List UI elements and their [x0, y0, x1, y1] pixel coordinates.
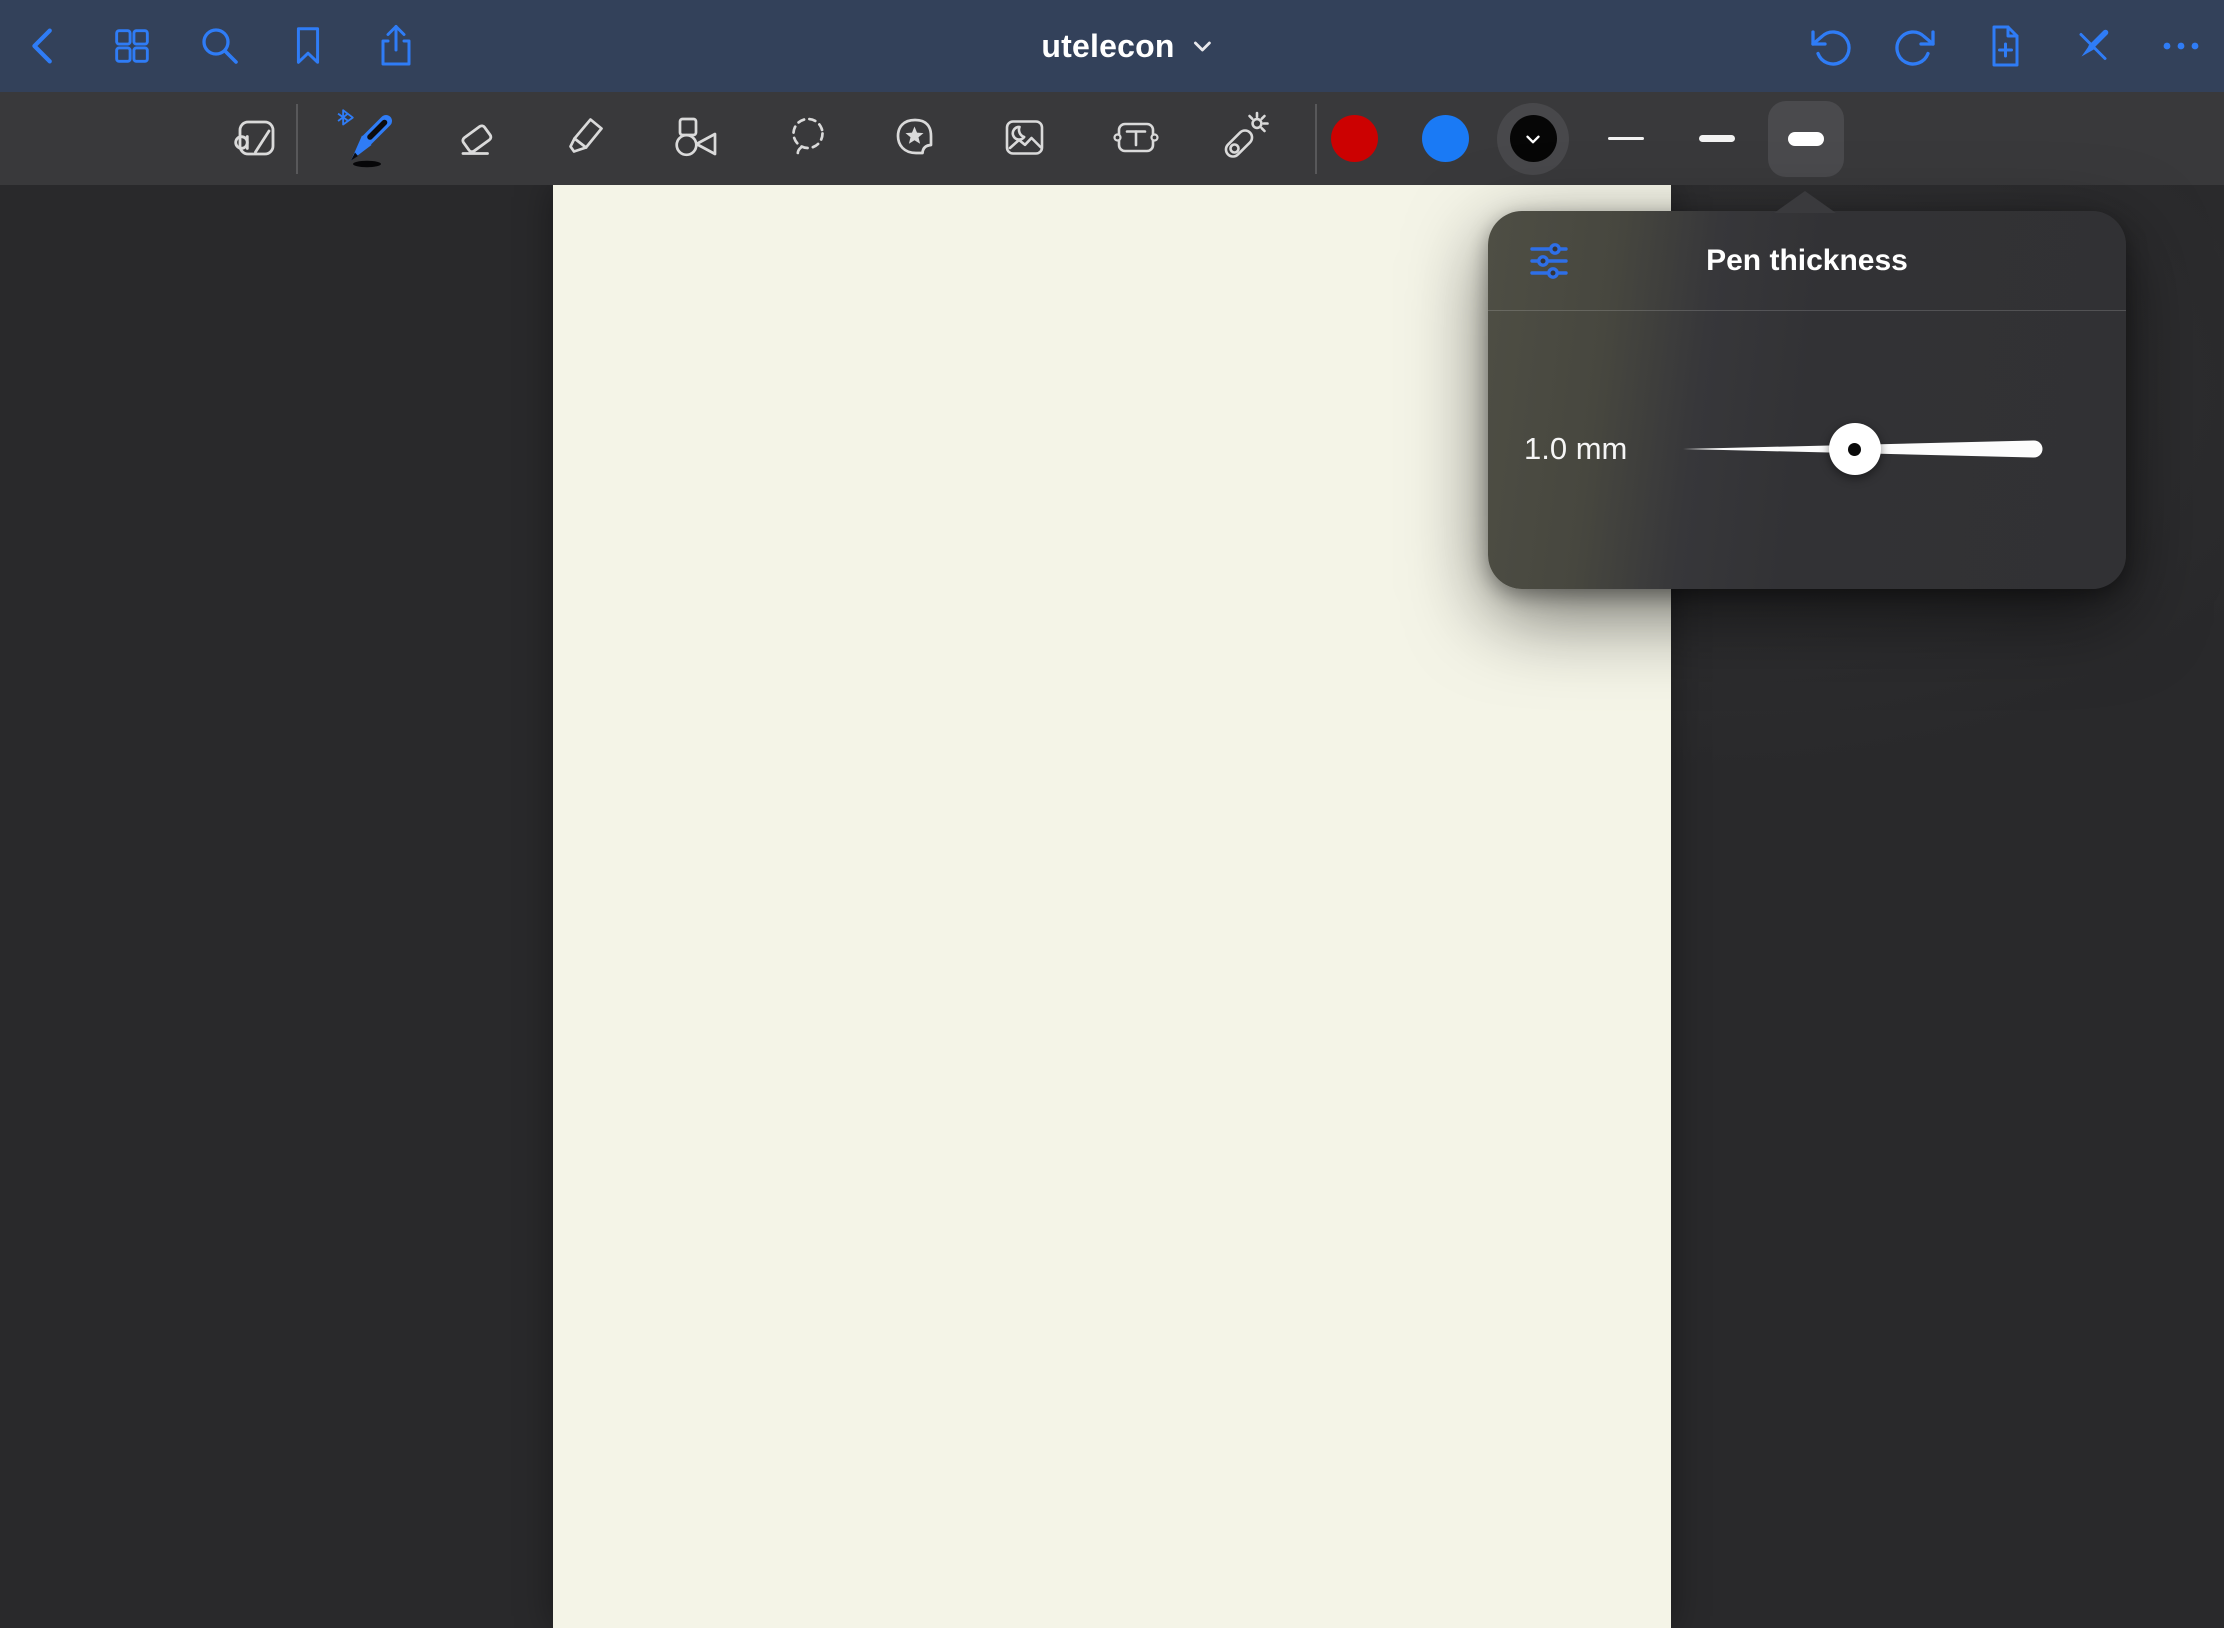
search-button[interactable] — [181, 7, 259, 85]
tool-read-only-mode[interactable] — [217, 100, 295, 178]
lasso-icon — [780, 111, 836, 167]
pen-thickness-slider-knob[interactable] — [1829, 423, 1881, 475]
document-title: utelecon — [1041, 28, 1174, 65]
tool-shapes[interactable] — [656, 100, 734, 178]
black-color-dot — [1510, 115, 1557, 162]
add-page-icon — [1981, 22, 2029, 70]
document-title-menu[interactable]: utelecon — [1041, 0, 1214, 92]
tool-text[interactable] — [1097, 100, 1175, 178]
toolbar-divider — [1315, 104, 1317, 174]
color-swatch-black[interactable] — [1497, 103, 1569, 175]
popover-title: Pen thickness — [1488, 244, 2126, 278]
laser-pointer-icon — [1217, 110, 1275, 168]
tool-lasso[interactable] — [769, 100, 847, 178]
star-glyph — [906, 126, 924, 143]
chevron-down-icon — [1191, 34, 1215, 58]
image-icon — [997, 111, 1053, 167]
share-button[interactable] — [357, 7, 435, 85]
undo-icon — [1805, 22, 1853, 70]
tool-image[interactable] — [986, 100, 1064, 178]
toolbar-divider — [296, 104, 298, 174]
knob-center-dot — [1848, 443, 1861, 456]
stylus-toggle-icon — [2069, 22, 2117, 70]
popover-body: 1.0 mm — [1488, 311, 2126, 587]
thumbnails-grid-icon — [109, 23, 155, 69]
back-chevron-icon — [21, 23, 67, 69]
bookmark-icon — [285, 23, 331, 69]
search-icon — [196, 22, 244, 70]
medium-line-glyph — [1699, 135, 1735, 142]
thickness-option-thin[interactable] — [1588, 101, 1664, 177]
stylus-toggle-button[interactable] — [2054, 7, 2132, 85]
text-tool-icon — [1108, 111, 1164, 167]
color-swatch-blue[interactable] — [1409, 103, 1481, 175]
tool-laser-pointer[interactable] — [1207, 100, 1285, 178]
color-swatch-red[interactable] — [1318, 103, 1390, 175]
pen-thickness-popover: Pen thickness 1.0 mm — [1488, 211, 2126, 589]
share-icon — [372, 22, 420, 70]
tools-toolbar — [0, 92, 2224, 185]
thick-line-glyph — [1788, 132, 1824, 146]
tool-elements[interactable] — [877, 100, 955, 178]
popover-arrow — [1774, 191, 1836, 213]
undo-button[interactable] — [1790, 7, 1868, 85]
app-window: utelecon — [0, 0, 2224, 1628]
shapes-icon — [667, 111, 723, 167]
bookmark-button[interactable] — [269, 7, 347, 85]
thickness-option-medium[interactable] — [1679, 101, 1755, 177]
tool-highlighter[interactable] — [548, 100, 626, 178]
add-page-button[interactable] — [1966, 7, 2044, 85]
eraser-icon — [450, 112, 504, 166]
pen-tool-icon — [334, 108, 396, 170]
tool-pen-selected[interactable] — [326, 100, 404, 178]
read-only-mode-icon — [229, 112, 283, 166]
more-options-button[interactable] — [2142, 7, 2220, 85]
thickness-option-thick[interactable] — [1768, 101, 1844, 177]
blue-color-dot — [1422, 115, 1469, 162]
thumbnails-button[interactable] — [93, 7, 171, 85]
elements-sticker-icon — [888, 111, 944, 167]
highlighter-icon — [560, 112, 614, 166]
tool-eraser[interactable] — [438, 100, 516, 178]
redo-icon — [1893, 22, 1941, 70]
navigation-bar: utelecon — [0, 0, 2224, 92]
back-button[interactable] — [5, 7, 83, 85]
canvas-area: Pen thickness 1.0 mm — [0, 185, 2224, 1628]
thickness-value-label: 1.0 mm — [1524, 431, 1627, 467]
thin-line-glyph — [1608, 137, 1644, 140]
popover-header: Pen thickness — [1488, 211, 2126, 311]
chevron-down-icon — [1522, 128, 1544, 150]
pen-thickness-slider[interactable] — [1682, 423, 2061, 475]
ellipsis-icon — [2157, 22, 2205, 70]
redo-button[interactable] — [1878, 7, 1956, 85]
red-color-dot — [1331, 115, 1378, 162]
